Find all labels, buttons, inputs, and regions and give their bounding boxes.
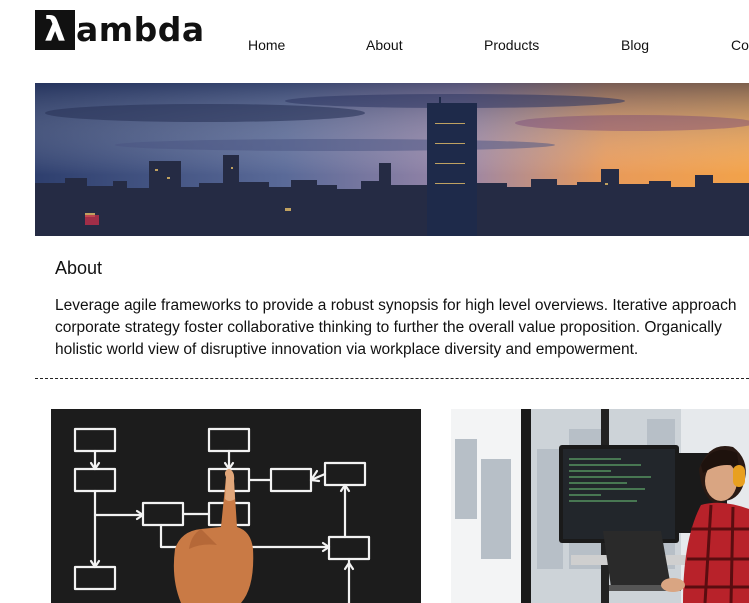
- flowchart-image: [51, 409, 421, 603]
- hero-skyline-image: [35, 83, 749, 236]
- about-text-line-1: Leverage agile frameworks to provide a r…: [55, 297, 737, 314]
- nav-contact[interactable]: Co: [731, 37, 749, 53]
- brand-logo[interactable]: λ ambda: [35, 10, 205, 50]
- nav-products[interactable]: Products: [484, 37, 539, 53]
- about-section: About Leverage agile frameworks to provi…: [55, 258, 749, 361]
- lambda-icon: λ: [35, 10, 75, 50]
- nav-home[interactable]: Home: [248, 37, 285, 53]
- logo-text: ambda: [76, 10, 205, 49]
- about-text-line-3: holistic world view of disruptive innova…: [55, 341, 639, 358]
- site-header: λ ambda Home About Products Blog Co: [0, 0, 749, 80]
- nav-about[interactable]: About: [366, 37, 403, 53]
- nav-blog[interactable]: Blog: [621, 37, 649, 53]
- about-heading: About: [55, 258, 103, 278]
- about-text-line-2: corporate strategy foster collaborative …: [55, 319, 722, 336]
- section-divider: [35, 378, 749, 379]
- developer-workspace-image: [451, 409, 749, 603]
